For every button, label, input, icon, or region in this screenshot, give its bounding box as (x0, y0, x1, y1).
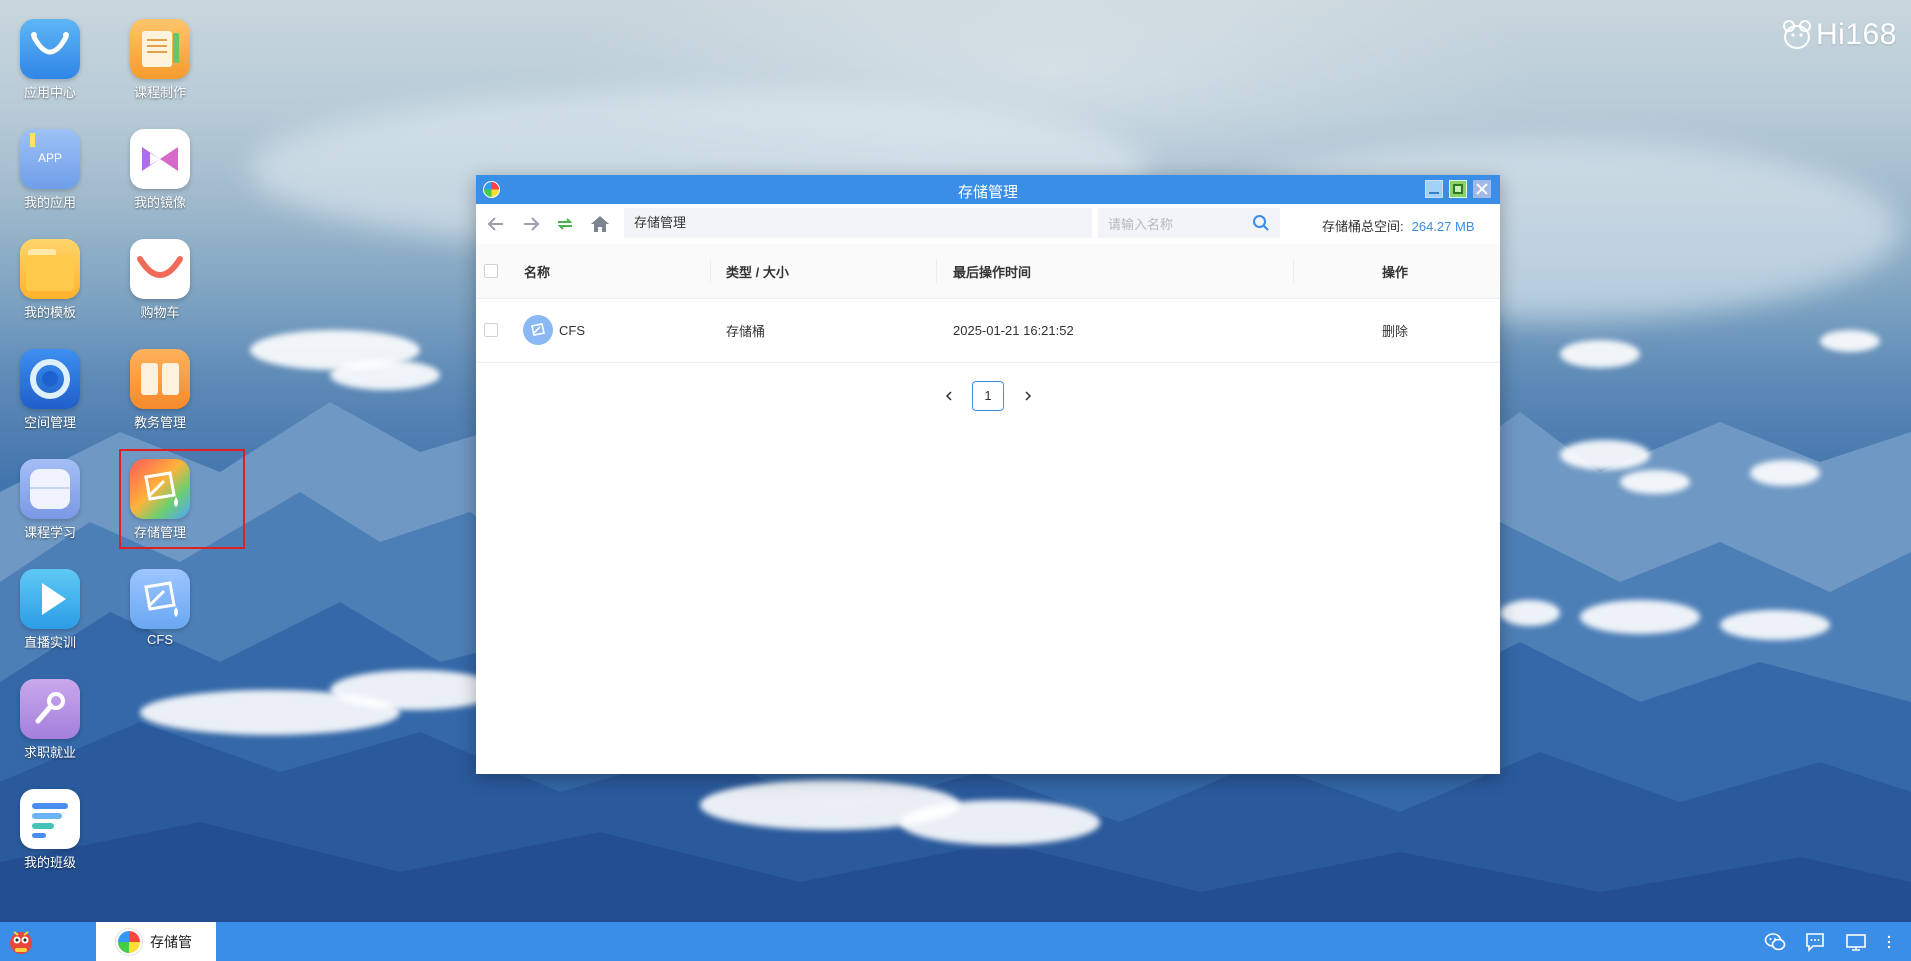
desktop-icon-cart[interactable]: 购物车 (115, 239, 205, 339)
storage-app-icon (116, 928, 142, 955)
taskbar-item-storage-management[interactable]: 存储管 (96, 922, 216, 961)
bucket-icon (523, 315, 553, 345)
column-divider (1293, 259, 1294, 283)
taskbar: 存储管 (0, 922, 1911, 961)
delete-link[interactable]: 删除 (1382, 298, 1408, 362)
bear-logo-icon (1783, 20, 1811, 49)
bucket-space-label: 存储桶总空间: (1322, 219, 1404, 234)
taskbar-item-label: 存储管 (150, 933, 192, 950)
chevron-left-icon (945, 391, 952, 401)
desktop-icon-label: 应用中心 (23, 85, 76, 100)
bucket-space-info: 存储桶总空间: 264.27 MB (1322, 216, 1475, 235)
row-name[interactable]: CFS (559, 323, 585, 338)
back-button[interactable] (484, 212, 508, 236)
desktop-icon-label: 课程学习 (23, 525, 76, 540)
brand-text: Hi168 (1816, 18, 1897, 51)
desktop-icon-app-center[interactable]: 应用中心 (5, 19, 95, 119)
desktop-icon-live-training[interactable]: 直播实训 (5, 569, 95, 669)
academic-management-icon (141, 363, 179, 395)
close-button[interactable] (1473, 180, 1491, 198)
row-cell-select (484, 298, 498, 362)
header-cell-select (484, 244, 498, 298)
row-type: 存储桶 (726, 323, 766, 339)
desktop-icon-label: 我的班级 (23, 855, 76, 870)
cfs-icon (144, 581, 178, 617)
brand-logo: Hi168 (1780, 18, 1897, 52)
message-icon[interactable] (1804, 931, 1826, 953)
next-page-button[interactable] (1019, 387, 1037, 405)
prev-page-button[interactable] (940, 387, 958, 405)
table-row[interactable]: CFS 存储桶 2025-01-21 16:21:52 删除 (476, 298, 1500, 363)
window-titlebar[interactable]: 存储管理 (476, 175, 1500, 204)
bucket-space-value: 264.27 MB (1411, 219, 1475, 234)
storage-management-window: 存储管理 存储管理 存储桶总空间: 264.27 MB 名称 类型 / 大小 (476, 175, 1500, 774)
course-learning-icon (30, 469, 70, 509)
table-header: 名称 类型 / 大小 最后操作时间 操作 (476, 244, 1500, 299)
desktop-icon-label: 课程制作 (133, 85, 186, 100)
desktop-icon-label: CFS (147, 632, 173, 647)
app-center-icon (31, 32, 69, 55)
window-toolbar: 存储管理 存储桶总空间: 264.27 MB (476, 204, 1500, 244)
desktop-icon-label: 教务管理 (133, 415, 186, 430)
header-actions: 操作 (1382, 264, 1409, 280)
home-icon (591, 216, 609, 232)
desktop-icon-label: 我的模板 (23, 305, 76, 320)
select-all-checkbox[interactable] (484, 264, 498, 278)
header-last-operated: 最后操作时间 (953, 264, 1032, 280)
row-checkbox[interactable] (484, 323, 498, 337)
my-images-icon (142, 147, 178, 171)
monitor-icon[interactable] (1845, 931, 1867, 953)
desktop-icon-label: 我的应用 (23, 195, 76, 210)
arrow-right-icon (524, 217, 540, 231)
start-mascot-icon[interactable] (6, 926, 36, 956)
home-button[interactable] (588, 212, 612, 236)
row-last-operated: 2025-01-21 16:21:52 (953, 322, 1074, 338)
column-divider (710, 259, 711, 283)
pagination: 1 (476, 379, 1500, 413)
desktop-icon-label: 空间管理 (23, 415, 76, 430)
job-search-icon (35, 692, 65, 724)
desktop-icon-my-apps[interactable]: APP 我的应用 (5, 129, 95, 229)
path-bar[interactable]: 存储管理 (624, 208, 1092, 238)
play-icon (42, 583, 66, 615)
desktop-icon-course-creation[interactable]: 课程制作 (115, 19, 205, 119)
desktop-icon-cfs[interactable]: CFS (115, 569, 205, 669)
desktop-icon-academic-management[interactable]: 教务管理 (115, 349, 205, 449)
wechat-icon[interactable] (1764, 931, 1786, 953)
header-type-size: 类型 / 大小 (726, 264, 789, 280)
arrow-left-icon (487, 217, 503, 231)
desktop-icon-my-images[interactable]: 我的镜像 (115, 129, 205, 229)
desktop-icon-my-templates[interactable]: 我的模板 (5, 239, 95, 339)
desktop-icon-label: 求职就业 (23, 745, 76, 760)
desktop-icon-job-search[interactable]: 求职就业 (5, 679, 95, 779)
minimize-button[interactable] (1425, 180, 1443, 198)
my-class-icon (32, 803, 68, 838)
desktop-icon-label: 直播实训 (23, 635, 76, 650)
desktop-icon-label: 购物车 (140, 305, 180, 320)
more-menu-icon[interactable] (1884, 931, 1894, 953)
column-divider (936, 259, 937, 283)
search-box (1098, 208, 1280, 240)
refresh-icon (557, 218, 573, 230)
folder-icon (26, 249, 74, 291)
header-name: 名称 (524, 264, 551, 280)
refresh-button[interactable] (553, 212, 577, 236)
desktop-icon-my-class[interactable]: 我的班级 (5, 789, 95, 889)
space-management-icon (30, 359, 70, 399)
course-creation-icon (142, 31, 179, 67)
search-input[interactable] (1098, 208, 1260, 240)
search-icon[interactable] (1252, 214, 1270, 232)
page-number-current[interactable]: 1 (972, 381, 1004, 411)
forward-button[interactable] (519, 212, 543, 236)
selection-highlight (119, 449, 245, 549)
desktop-icon-course-learning[interactable]: 课程学习 (5, 459, 95, 559)
desktop-icon-space-management[interactable]: 空间管理 (5, 349, 95, 449)
chevron-right-icon (1025, 391, 1032, 401)
app-badge-text: APP (37, 151, 62, 165)
cart-icon (137, 256, 183, 278)
row-name-cell: CFS (523, 298, 585, 362)
desktop-icon-label: 我的镜像 (133, 195, 186, 210)
maximize-button[interactable] (1449, 180, 1467, 198)
window-title: 存储管理 (957, 184, 1018, 201)
